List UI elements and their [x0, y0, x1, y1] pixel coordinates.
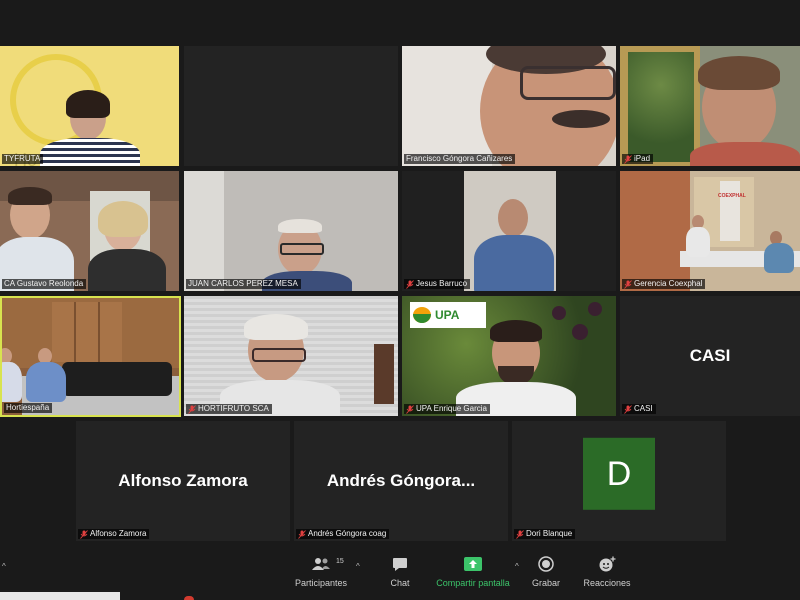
record-label: Grabar: [531, 578, 560, 588]
chat-bubble-icon: [393, 557, 407, 571]
participant-tile-hortiespana-active-speaker[interactable]: Hortiespaña: [0, 296, 181, 417]
mic-muted-icon: [80, 529, 88, 539]
participant-tile-gustavo[interactable]: CA Gustavo Reolonda: [0, 171, 179, 291]
video-feed: [184, 171, 398, 291]
participant-display-name: Andrés Góngora...: [326, 471, 476, 490]
participant-tile-upa[interactable]: UPA UPA Enrique Garcia: [402, 296, 616, 416]
video-feed: [0, 171, 179, 291]
share-screen-label: Compartir pantalla: [436, 578, 510, 588]
participant-tile-tyfruta[interactable]: Ho TYFRUTA: [0, 46, 179, 166]
participant-name-tag: HORTIFRUTO SCA: [186, 404, 272, 414]
video-feed: Ho: [0, 46, 179, 166]
participant-tile-dori[interactable]: D Dori Blanque: [512, 421, 726, 541]
participant-name-tag: Andrés Góngora coag: [296, 529, 390, 539]
participant-display-name: Alfonso Zamora: [118, 471, 248, 490]
participant-tile-andres[interactable]: Andrés Góngora... Andrés Góngora coag: [294, 421, 508, 541]
participant-name-tag: TYFRUTA: [2, 154, 44, 164]
chat-label: Chat: [390, 578, 410, 588]
participant-tile-francisco[interactable]: Francisco Góngora Cañizares: [402, 46, 616, 166]
mic-muted-icon: [516, 529, 524, 539]
participant-name-tag: JUAN CARLOS PEREZ MESA: [186, 279, 301, 289]
mic-muted-icon: [188, 404, 196, 414]
video-feed: [2, 298, 179, 415]
participant-display-name: CASI: [689, 346, 731, 365]
taskbar-icon: [184, 596, 194, 600]
chat-button[interactable]: Chat: [380, 554, 420, 594]
participant-tile-casi[interactable]: CASI CASI: [620, 296, 800, 416]
participant-name-tag: CASI: [622, 404, 656, 414]
participant-name-tag: Alfonso Zamora: [78, 529, 150, 539]
participant-name-tag: Dori Blanque: [514, 529, 576, 539]
participant-name-tag: Francisco Góngora Cañizares: [404, 154, 516, 164]
emoji-icon: [599, 556, 616, 572]
taskbar-strip: [0, 592, 120, 600]
mic-muted-icon: [624, 279, 632, 289]
video-feed: [184, 296, 398, 416]
mic-muted-icon: [624, 404, 632, 414]
share-screen-button[interactable]: Compartir pantalla: [432, 554, 514, 594]
record-button[interactable]: Grabar: [526, 554, 566, 594]
share-screen-arrow-icon: [464, 557, 482, 571]
participants-label: Participantes: [294, 578, 348, 588]
participant-tile-coexphal[interactable]: COEXPHAL Gerencia Coexphal: [620, 171, 800, 291]
participants-count: 15: [336, 558, 344, 565]
upa-logo-text: UPA: [435, 308, 460, 322]
mic-muted-icon: [406, 279, 414, 289]
chevron-up-icon[interactable]: ^: [515, 562, 519, 571]
participant-tile-jesus[interactable]: Jesus Barruco: [402, 171, 616, 291]
avatar: D: [583, 437, 655, 510]
participant-tile-alfonso[interactable]: Alfonso Zamora Alfonso Zamora: [76, 421, 290, 541]
participant-name-tag: Gerencia Coexphal: [622, 279, 706, 289]
video-feed: [620, 46, 800, 166]
reactions-button[interactable]: Reacciones: [580, 554, 634, 594]
participants-button[interactable]: 15 Participantes: [290, 554, 352, 594]
mic-muted-icon: [406, 404, 414, 414]
upa-logo-icon: [413, 307, 431, 323]
meeting-toolbar: ^ 15 Participantes ^ Chat Compartir pant…: [0, 548, 800, 600]
wall-sign-text: COEXPHAL: [718, 193, 746, 199]
participant-name-tag: UPA Enrique Garcia: [404, 404, 490, 414]
people-icon: [312, 558, 330, 570]
mic-muted-icon: [624, 154, 632, 164]
participant-name-tag: Hortiespaña: [4, 403, 53, 413]
reactions-label: Reacciones: [583, 578, 631, 588]
video-feed: [402, 171, 616, 291]
video-feed: COEXPHAL: [620, 171, 800, 291]
participant-tile-ipad[interactable]: iPad: [620, 46, 800, 166]
chevron-up-icon[interactable]: ^: [356, 562, 360, 571]
participant-tile-blank[interactable]: [184, 46, 398, 166]
record-icon: [538, 556, 554, 572]
participant-name-tag: Jesus Barruco: [404, 279, 471, 289]
chevron-up-icon[interactable]: ^: [2, 562, 6, 571]
mic-muted-icon: [298, 529, 306, 539]
participant-name-tag: iPad: [622, 154, 654, 164]
video-feed: UPA: [402, 296, 616, 416]
video-feed: [402, 46, 616, 166]
participant-tile-hortifruto[interactable]: HORTIFRUTO SCA: [184, 296, 398, 416]
participant-name-tag: CA Gustavo Reolonda: [2, 279, 87, 289]
participant-tile-juancarlos[interactable]: JUAN CARLOS PEREZ MESA: [184, 171, 398, 291]
